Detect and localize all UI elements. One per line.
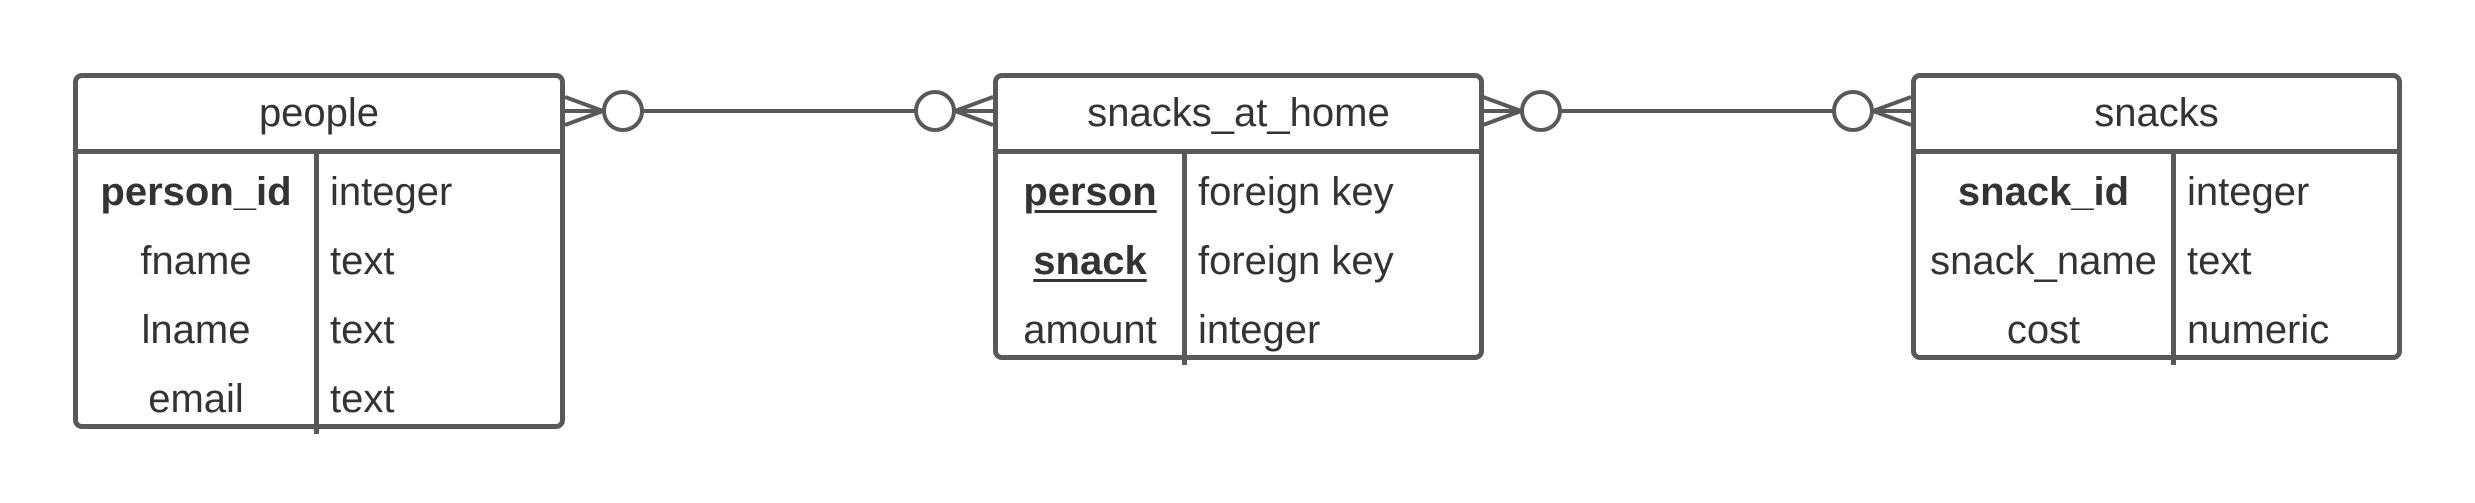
field-name: lname — [141, 308, 251, 352]
field-row: person foreign key — [998, 158, 1479, 227]
column-divider — [314, 154, 319, 434]
crow-foot-zero-many-icon — [914, 90, 994, 132]
field-type: integer — [330, 170, 453, 214]
field-name: fname — [140, 239, 252, 283]
field-name: amount — [1023, 308, 1157, 352]
entity-snacks: snacks snack_id integer snack_name text … — [1911, 73, 2402, 365]
field-type: text — [2187, 239, 2252, 283]
field-type: text — [330, 377, 395, 421]
field-type: foreign key — [1198, 239, 1394, 283]
entity-fields: person foreign key snack foreign key amo… — [998, 154, 1479, 365]
entity-title: people — [78, 78, 560, 154]
relationship-people-snacks-at-home — [564, 90, 994, 132]
field-type: text — [330, 239, 395, 283]
field-row: snack_id integer — [1916, 158, 2397, 227]
crow-foot-zero-many-icon — [564, 90, 644, 132]
field-row: person_id integer — [78, 158, 560, 227]
field-row: snack_name text — [1916, 227, 2397, 296]
field-name-primary-key: person_id — [100, 170, 292, 214]
field-name: email — [148, 377, 244, 421]
column-divider — [2171, 154, 2176, 365]
entity-snacks-at-home: snacks_at_home person foreign key snack … — [993, 73, 1484, 365]
field-name-foreign-key: snack — [1033, 239, 1147, 283]
crow-foot-zero-many-icon — [1482, 90, 1562, 132]
field-name-primary-key: snack_id — [1957, 170, 2130, 214]
field-type: numeric — [2187, 308, 2330, 352]
field-name: snack_name — [1930, 239, 2157, 283]
entity-title: snacks_at_home — [998, 78, 1479, 154]
column-divider — [1182, 154, 1187, 365]
field-row: email text — [78, 365, 560, 434]
er-diagram: people person_id integer fname text lnam… — [0, 0, 2475, 503]
field-row: cost numeric — [1916, 296, 2397, 365]
relationship-snacks-at-home-snacks — [1482, 90, 1912, 132]
field-name-foreign-key: person — [1023, 170, 1157, 214]
field-row: snack foreign key — [998, 227, 1479, 296]
entity-fields: snack_id integer snack_name text cost nu… — [1916, 154, 2397, 365]
field-row: fname text — [78, 227, 560, 296]
crow-foot-zero-many-icon — [1832, 90, 1912, 132]
entity-people: people person_id integer fname text lnam… — [73, 73, 565, 434]
field-type: foreign key — [1198, 170, 1394, 214]
entity-title: snacks — [1916, 78, 2397, 154]
field-row: lname text — [78, 296, 560, 365]
field-row: amount integer — [998, 296, 1479, 365]
field-type: text — [330, 308, 395, 352]
field-type: integer — [2187, 170, 2310, 214]
field-type: integer — [1198, 308, 1321, 352]
field-name: cost — [2006, 308, 2081, 352]
entity-fields: person_id integer fname text lname text … — [78, 154, 560, 434]
